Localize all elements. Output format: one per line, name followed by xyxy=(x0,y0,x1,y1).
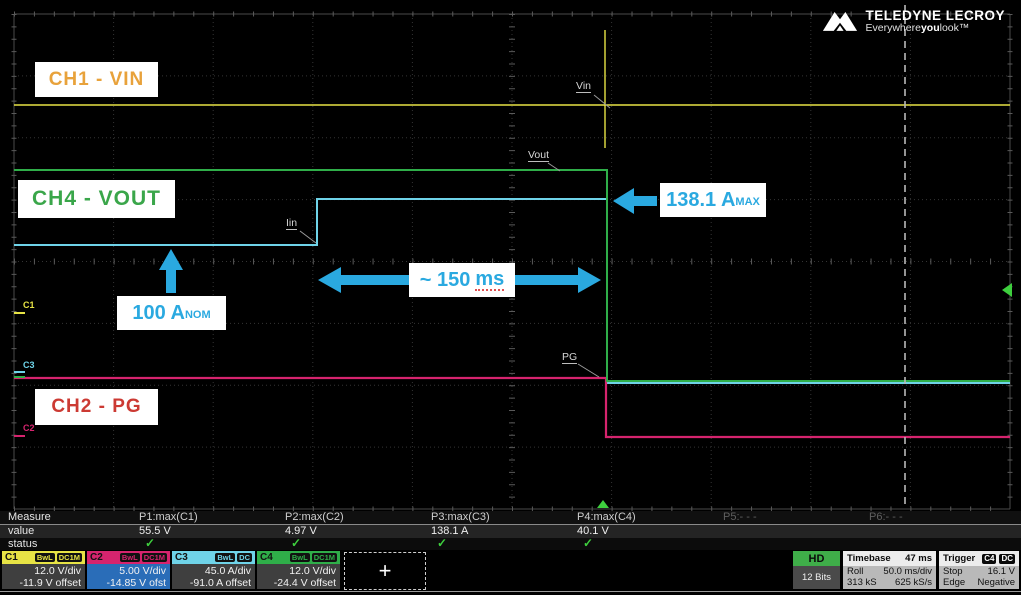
timebase-rate: 625 kS/s xyxy=(895,578,932,588)
oscilloscope-screen: TELEDYNE LECROY Everywhereyoulook™ CH1 -… xyxy=(0,0,1021,595)
measure-status-row: status ✓ ✓ ✓ ✓ xyxy=(0,538,1021,550)
channel-descriptor-c4[interactable]: C4 BwL DC1M 12.0 V/div-24.4 V offset xyxy=(257,551,340,589)
trigger-coupling-badge: DC xyxy=(999,554,1015,564)
timebase-scale: 50.0 ms/div xyxy=(883,567,932,577)
trigger-type: Edge xyxy=(943,578,965,588)
c3-scale: 45.0 A/div xyxy=(172,565,251,577)
status-check-p3: ✓ xyxy=(437,536,577,550)
hd-bits: 12 Bits xyxy=(793,566,840,589)
timebase-value: 47 ms xyxy=(905,553,932,564)
trigger-box[interactable]: Trigger C4 DC Stop 16.1 V Edge Negative xyxy=(939,551,1019,589)
coupling-badge: DC xyxy=(237,553,252,562)
status-check-p4: ✓ xyxy=(583,536,723,550)
c2-offset: -14.85 V ofst xyxy=(87,577,166,589)
arrow-left-to-max xyxy=(613,188,657,214)
value-row-title: value xyxy=(8,525,34,537)
callout-ch2-pg: CH2 - PG xyxy=(35,389,158,425)
measure-p3[interactable]: P3:max(C3) xyxy=(431,511,571,523)
c3-zero-marker: C3 xyxy=(23,361,35,370)
bandwidth-limit-badge: BwL xyxy=(120,553,140,562)
channel-descriptor-c2[interactable]: C2 BwL DC1M 5.00 V/div-14.85 V ofst xyxy=(87,551,170,589)
c1-zero-tick xyxy=(14,312,25,314)
trace-label-vout: Vout xyxy=(528,149,549,162)
callout-ch1-vin: CH1 - VIN xyxy=(35,62,158,97)
c2-zero-tick xyxy=(14,435,25,437)
measure-p1[interactable]: P1:max(C1) xyxy=(139,511,279,523)
teledyne-logo-icon xyxy=(822,8,858,34)
trigger-slope: Negative xyxy=(978,578,1016,588)
annotation-nominal-current: 100 ANOM xyxy=(117,296,226,330)
trigger-mode: Stop xyxy=(943,567,963,577)
arrow-left-150ms xyxy=(318,267,410,293)
annotation-max-current: 138.1 AMAX xyxy=(660,183,766,217)
bottom-edge-line xyxy=(0,591,1021,592)
coupling-badge: DC1M xyxy=(57,553,82,562)
graticule xyxy=(14,14,1010,509)
brand-tagline: Everywhereyoulook™ xyxy=(865,23,1005,34)
c2-zero-marker: C2 xyxy=(23,424,35,433)
timebase-label: Timebase xyxy=(847,553,891,564)
coupling-badge: DC1M xyxy=(312,553,337,562)
status-row-title: status xyxy=(8,538,37,550)
arrow-right-150ms xyxy=(514,267,601,293)
trigger-level-marker[interactable] xyxy=(1002,283,1012,297)
trace-label-vin: Vin xyxy=(576,80,591,93)
callout-ch4-vout: CH4 - VOUT xyxy=(18,180,175,218)
trigger-time-marker[interactable] xyxy=(597,500,609,508)
bandwidth-limit-badge: BwL xyxy=(215,553,235,562)
bandwidth-limit-badge: BwL xyxy=(35,553,55,562)
c4-offset: -24.4 V offset xyxy=(257,577,336,589)
timebase-box[interactable]: Timebase 47 ms Roll 50.0 ms/div 313 kS 625… xyxy=(843,551,936,589)
measure-p6[interactable]: P6:- - - xyxy=(869,511,1009,523)
c4-zero-tick xyxy=(14,376,25,378)
bandwidth-limit-badge: BwL xyxy=(290,553,310,562)
add-channel-button[interactable]: + xyxy=(344,552,426,590)
status-check-p2: ✓ xyxy=(291,536,431,550)
trigger-level: 16.1 V xyxy=(988,567,1015,577)
trigger-label: Trigger xyxy=(943,553,975,564)
c1-offset: -11.9 V offset xyxy=(2,577,81,589)
measure-p4[interactable]: P4:max(C4) xyxy=(577,511,717,523)
timebase-mode: Roll xyxy=(847,567,863,577)
arrow-up-to-nom xyxy=(159,249,183,293)
hd-label: HD xyxy=(793,551,840,566)
trace-label-pg: PG xyxy=(562,351,577,364)
waveform-traces xyxy=(14,30,1010,437)
c3-offset: -91.0 A offset xyxy=(172,577,251,589)
measure-row-title: Measure xyxy=(8,511,51,523)
measure-header-row: Measure P1:max(C1) P2:max(C2) P3:max(C3)… xyxy=(0,511,1021,525)
hd-mode-box[interactable]: HD 12 Bits xyxy=(793,551,840,589)
channel-descriptor-c1[interactable]: C1 BwL DC1M 12.0 V/div-11.9 V offset xyxy=(2,551,85,589)
channel-descriptor-c3[interactable]: C3 BwL DC 45.0 A/div-91.0 A offset xyxy=(172,551,255,589)
trace-label-iin: Iin xyxy=(286,217,297,230)
c1-scale: 12.0 V/div xyxy=(2,565,81,577)
measure-p5[interactable]: P5:- - - xyxy=(723,511,863,523)
c1-zero-marker: C1 xyxy=(23,301,35,310)
coupling-badge: DC1M xyxy=(142,553,167,562)
timebase-samples: 313 kS xyxy=(847,578,877,588)
annotation-duration: ~ 150ms xyxy=(409,263,515,297)
teledyne-lecroy-logo: TELEDYNE LECROY Everywhereyoulook™ xyxy=(822,8,1005,34)
c3-zero-tick xyxy=(14,371,25,373)
status-check-p1: ✓ xyxy=(145,536,285,550)
brand-name: TELEDYNE LECROY xyxy=(865,9,1005,23)
c4-scale: 12.0 V/div xyxy=(257,565,336,577)
c2-scale: 5.00 V/div xyxy=(87,565,166,577)
measure-p2[interactable]: P2:max(C2) xyxy=(285,511,425,523)
trigger-source-badge: C4 xyxy=(982,554,996,564)
